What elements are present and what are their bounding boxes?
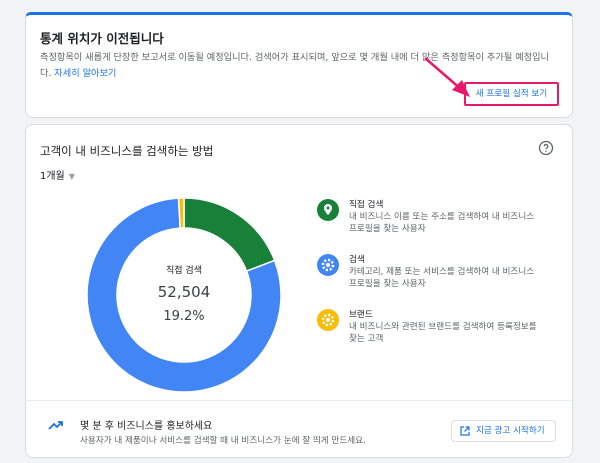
search-breakdown-card: 고객이 내 비즈니스를 검색하는 방법 1개월 ▼ xyxy=(25,124,573,458)
start-ads-button[interactable]: 지금 광고 시작하기 xyxy=(451,420,556,442)
center-label: 직접 검색 xyxy=(166,266,202,276)
legend-desc-brand: 내 비즈니스와 관련된 브랜드를 검색하여 등록정보를 찾는 고객 xyxy=(349,322,537,344)
section-title: 고객이 내 비즈니스를 검색하는 방법 xyxy=(40,144,214,158)
location-pin-icon xyxy=(317,199,339,221)
divider xyxy=(25,400,573,401)
learn-more-link[interactable]: 자세히 알아보기 xyxy=(54,68,116,79)
promo-desc: 사용자가 내 제품이나 서비스를 검색할 때 내 비즈니스가 눈에 잘 띄게 만… xyxy=(80,436,366,446)
legend-desc-direct: 내 비즈니스 이름 또는 주소를 검색하여 내 비즈니스 프로필을 찾는 사용자 xyxy=(349,212,535,234)
center-count: 52,504 xyxy=(157,283,211,301)
notice-title: 통계 위치가 이전됩니다 xyxy=(40,31,164,46)
search-gear-icon xyxy=(317,254,339,276)
notice-body: 측정항목이 새롭게 단장한 보고서로 이동될 예정입니다. 검색어가 표시되며,… xyxy=(40,50,560,82)
legend-title-search: 검색 xyxy=(349,255,365,265)
trending-up-icon xyxy=(48,421,63,430)
start-ads-label: 지금 광고 시작하기 xyxy=(476,426,545,436)
chevron-down-icon: ▼ xyxy=(68,172,75,181)
help-icon[interactable] xyxy=(538,140,554,156)
external-link-icon xyxy=(460,426,470,436)
view-new-profile-button[interactable]: 새 프로필 실적 보기 xyxy=(464,82,559,106)
legend-title-direct: 직접 검색 xyxy=(349,200,384,210)
period-dropdown[interactable]: 1개월 ▼ xyxy=(40,167,75,182)
brand-gear-icon xyxy=(317,309,339,331)
legend-title-brand: 브랜드 xyxy=(349,310,373,320)
period-value: 1개월 xyxy=(40,171,65,182)
legend-desc-search: 카테고리, 제품 또는 서비스를 검색하여 내 비즈니스 프로필을 찾는 사용자 xyxy=(349,267,535,289)
promo-title: 몇 분 후 비즈니스를 홍보하세요 xyxy=(80,421,213,432)
notice-card: 통계 위치가 이전됩니다 측정항목이 새롭게 단장한 보고서로 이동될 예정입니… xyxy=(25,12,573,118)
center-percent: 19.2% xyxy=(163,309,205,324)
